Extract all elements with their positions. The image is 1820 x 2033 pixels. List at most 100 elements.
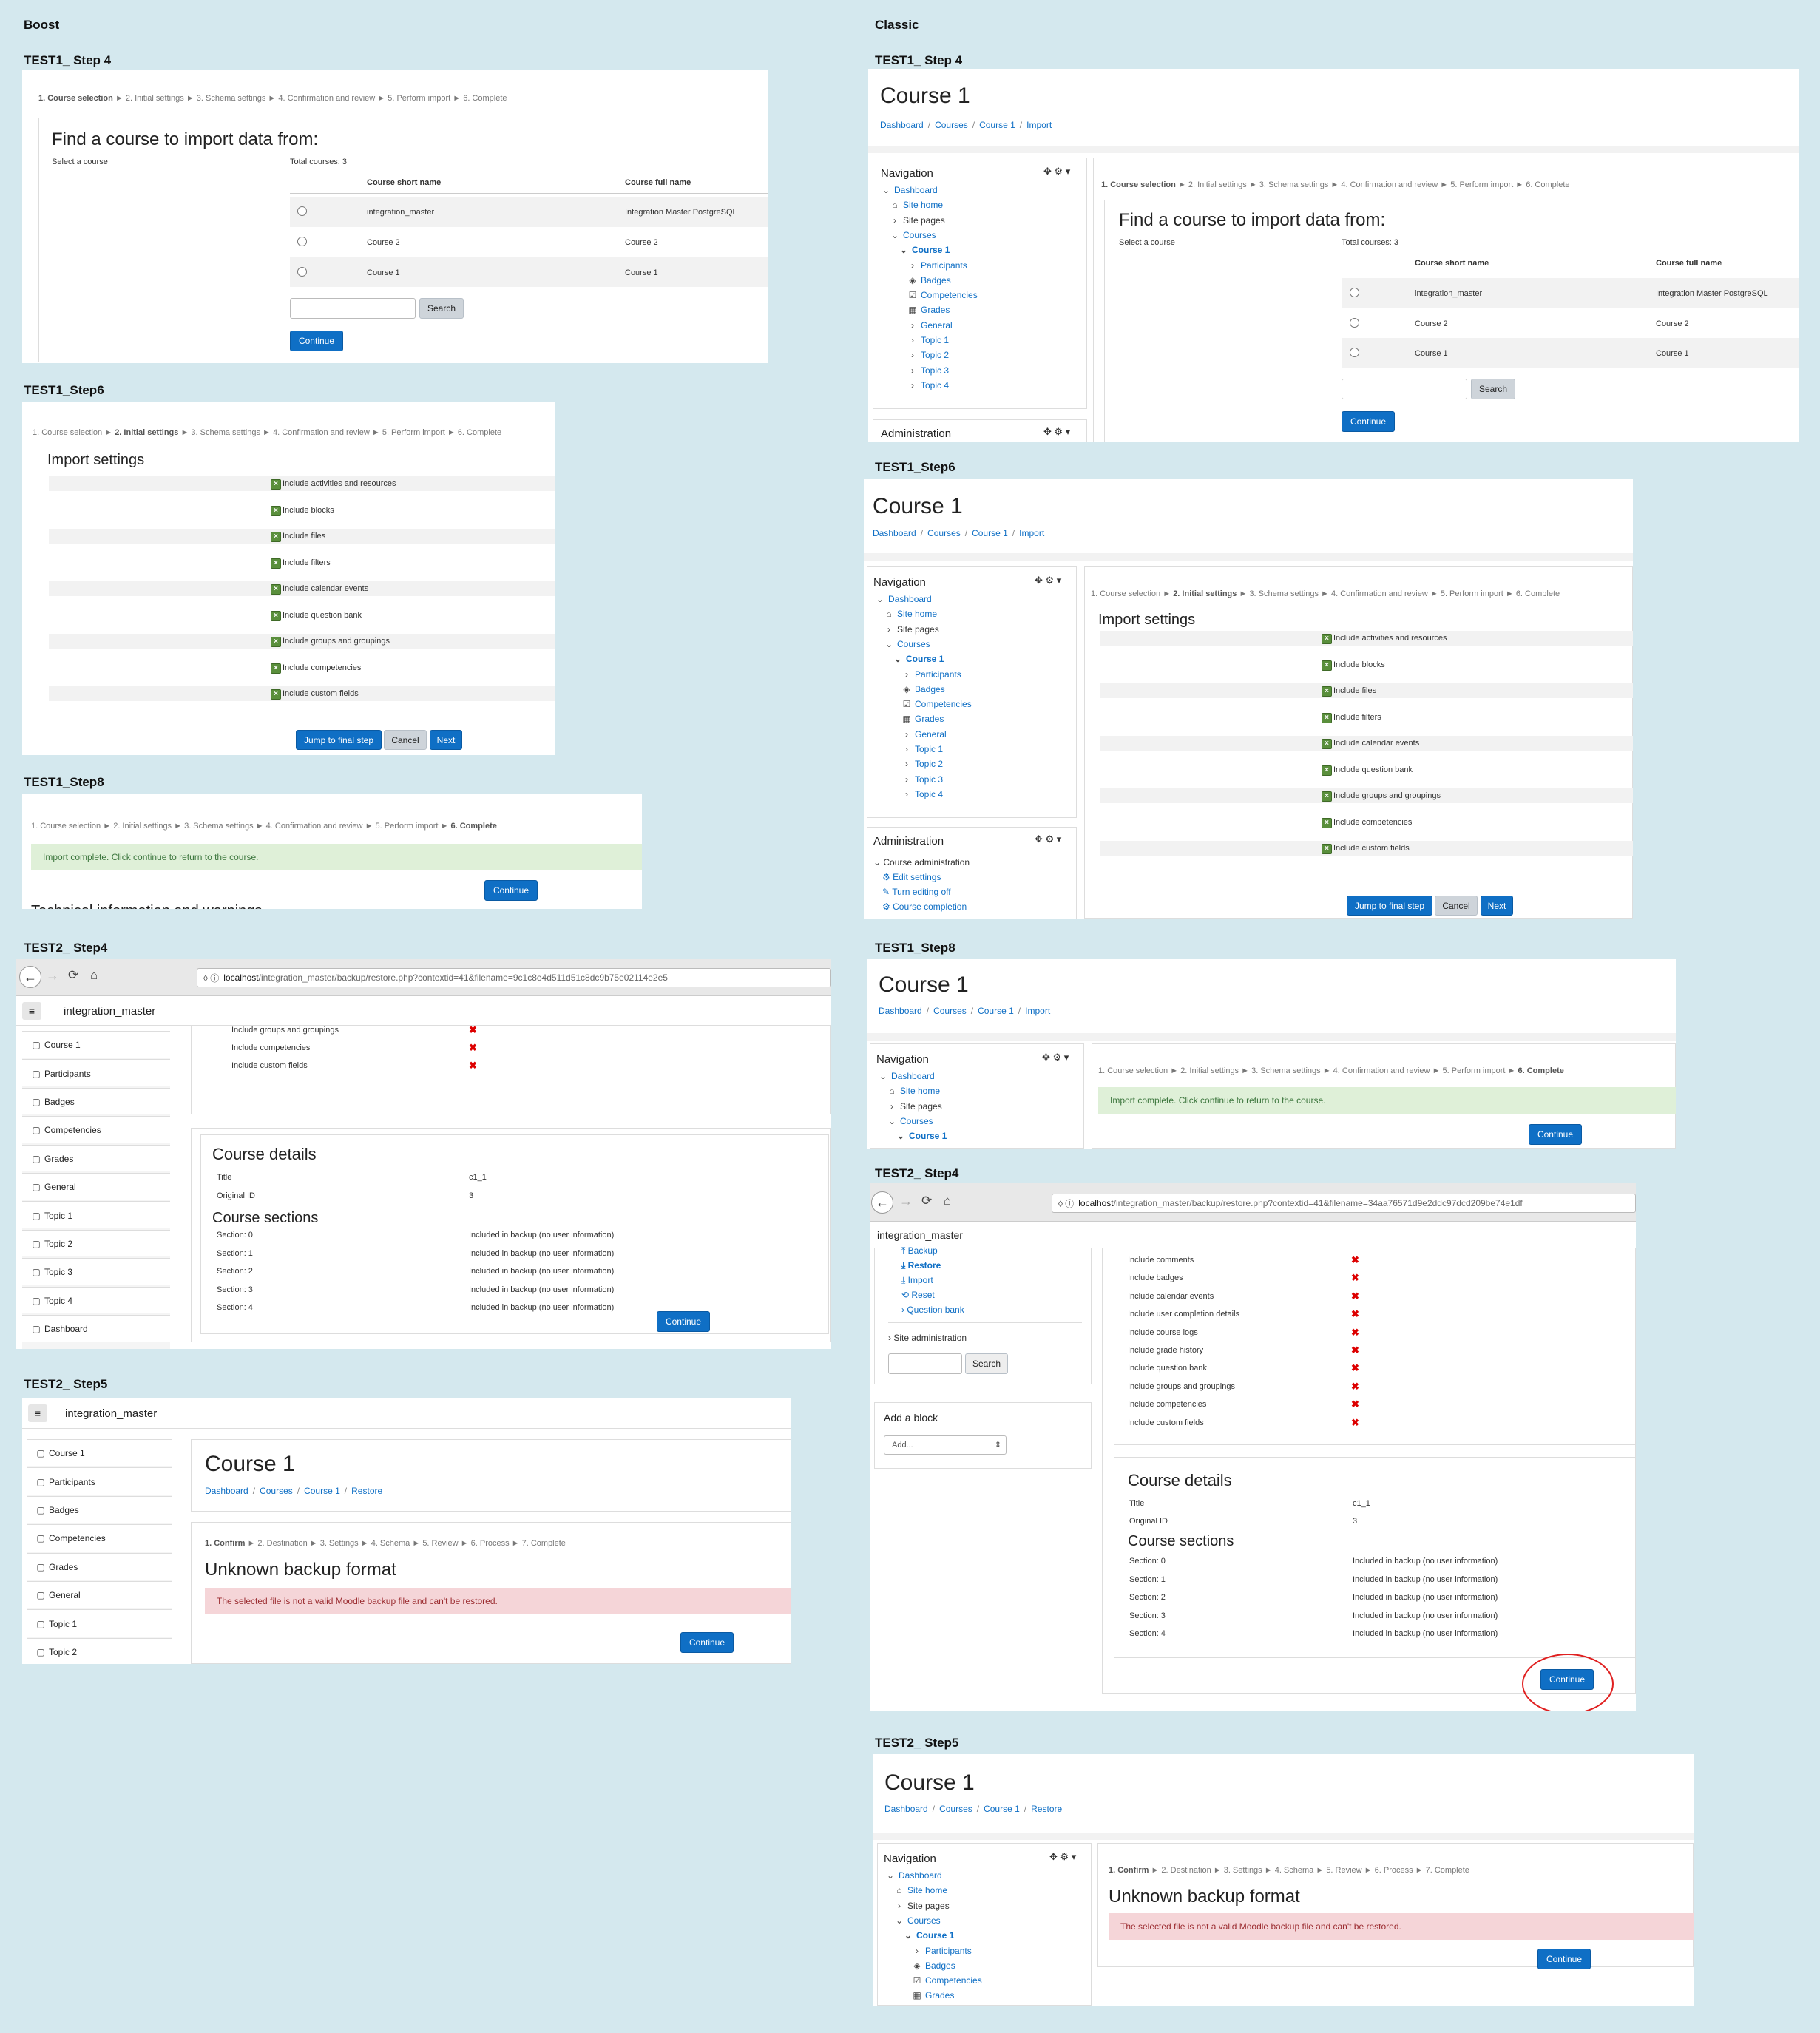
checkbox-checked-icon[interactable]: × xyxy=(271,558,281,569)
breadcrumb-course[interactable]: Course 1 xyxy=(979,120,1015,130)
jump-final-button[interactable]: Jump to final step xyxy=(1347,896,1432,916)
search-button[interactable]: Search xyxy=(1471,379,1515,399)
nav-competencies[interactable]: ☑ Competencies xyxy=(912,1975,982,1986)
continue-button[interactable]: Continue xyxy=(1540,1669,1594,1690)
checkbox-checked-icon[interactable]: × xyxy=(1322,686,1332,697)
nav-site-pages[interactable]: › Site pages xyxy=(890,215,945,226)
breadcrumb-course[interactable]: Course 1 xyxy=(978,1006,1014,1016)
nav-grades[interactable]: ▦ Grades xyxy=(901,714,944,724)
breadcrumb-restore[interactable]: Restore xyxy=(351,1486,382,1496)
nav-courses[interactable]: ⌄ Courses xyxy=(894,1915,941,1926)
nav-site-pages[interactable]: › Site pages xyxy=(887,1101,942,1112)
nav-site-home[interactable]: ⌂ Site home xyxy=(890,200,943,210)
backup-link[interactable]: ⤒ Backup xyxy=(901,1245,938,1256)
nav-participants[interactable]: › Participants xyxy=(901,669,961,680)
url-bar[interactable]: ◊ ⓘ localhost/integration_master/backup/r… xyxy=(1052,1194,1636,1213)
checkbox-checked-icon[interactable]: × xyxy=(271,610,281,621)
continue-button[interactable]: Continue xyxy=(484,880,538,901)
nav-dashboard[interactable]: ⌄ Dashboard xyxy=(885,1870,942,1881)
side-topic-1[interactable]: ▢ Topic 1 xyxy=(27,1609,172,1637)
admin-search-button[interactable]: Search xyxy=(965,1353,1008,1374)
nav-site-home[interactable]: ⌂ Site home xyxy=(894,1885,947,1895)
side-grades[interactable]: ▢ Grades xyxy=(22,1144,170,1171)
nav-topic-2[interactable]: › Topic 2 xyxy=(901,759,943,769)
import-link[interactable]: ⤓ Import xyxy=(901,1275,933,1286)
side-topic-2[interactable]: ▢ Topic 2 xyxy=(22,1229,170,1257)
nav-site-home[interactable]: ⌂ Site home xyxy=(887,1086,940,1096)
side-participants[interactable]: ▢ Participants xyxy=(27,1467,172,1495)
block-actions-icon[interactable]: ✥ ⚙ ▾ xyxy=(1043,166,1070,177)
home-icon[interactable]: ⌂ xyxy=(944,1194,951,1208)
side-competencies[interactable]: ▢ Competencies xyxy=(22,1116,170,1143)
course-radio[interactable] xyxy=(1350,288,1359,297)
nav-topic-3[interactable]: › Topic 3 xyxy=(907,365,949,376)
breadcrumb-dashboard[interactable]: Dashboard xyxy=(873,528,916,538)
side-competencies[interactable]: ▢ Competencies xyxy=(27,1524,172,1552)
nav-site-home[interactable]: ⌂ Site home xyxy=(884,609,937,619)
reset-link[interactable]: ⟲ Reset xyxy=(901,1290,935,1300)
block-actions-icon[interactable]: ✥ ⚙ ▾ xyxy=(1035,833,1061,845)
continue-button[interactable]: Continue xyxy=(680,1632,734,1653)
checkbox-checked-icon[interactable]: × xyxy=(271,637,281,647)
cancel-button[interactable]: Cancel xyxy=(384,730,427,750)
checkbox-checked-icon[interactable]: × xyxy=(271,479,281,490)
nav-courses[interactable]: ⌄ Courses xyxy=(887,1116,933,1126)
nav-course-1[interactable]: ⌄ Course 1 xyxy=(896,1131,947,1141)
search-input[interactable] xyxy=(1342,379,1467,399)
jump-final-button[interactable]: Jump to final step xyxy=(296,730,382,750)
nav-course-1[interactable]: ⌄ Course 1 xyxy=(903,1930,954,1941)
checkbox-checked-icon[interactable]: × xyxy=(271,663,281,674)
breadcrumb-course[interactable]: Course 1 xyxy=(304,1486,340,1496)
checkbox-checked-icon[interactable]: × xyxy=(1322,765,1332,776)
continue-button[interactable]: Continue xyxy=(1529,1124,1582,1145)
reload-icon[interactable]: ⟳ xyxy=(921,1194,932,1208)
side-topic-2[interactable]: ▢ Topic 2 xyxy=(27,1637,172,1664)
cancel-button[interactable]: Cancel xyxy=(1435,896,1478,916)
breadcrumb-dashboard[interactable]: Dashboard xyxy=(205,1486,248,1496)
site-name[interactable]: integration_master xyxy=(64,1005,155,1018)
checkbox-checked-icon[interactable]: × xyxy=(271,505,281,516)
side-general[interactable]: ▢ General xyxy=(27,1581,172,1609)
nav-site-pages[interactable]: › Site pages xyxy=(884,624,939,635)
nav-topic-4[interactable]: › Topic 4 xyxy=(907,380,949,390)
breadcrumb-dashboard[interactable]: Dashboard xyxy=(884,1804,928,1814)
side-general[interactable]: ▢ General xyxy=(22,1173,170,1200)
hamburger-menu-icon[interactable]: ≡ xyxy=(22,1002,41,1020)
side-course-1[interactable]: ▢ Course 1 xyxy=(27,1439,172,1467)
checkbox-checked-icon[interactable]: × xyxy=(1322,660,1332,671)
course-radio[interactable] xyxy=(1350,348,1359,357)
nav-general[interactable]: › General xyxy=(901,729,947,740)
nav-grades[interactable]: ▦ Grades xyxy=(912,1990,954,2000)
nav-courses[interactable]: ⌄ Courses xyxy=(890,230,936,240)
url-bar[interactable]: ◊ ⓘ localhost/integration_master/backup/r… xyxy=(197,968,831,987)
add-block-select[interactable]: Add... ⇕ xyxy=(884,1435,1007,1455)
continue-button[interactable]: Continue xyxy=(1537,1949,1591,1969)
nav-badges[interactable]: ◈ Badges xyxy=(907,275,950,285)
nav-participants[interactable]: › Participants xyxy=(907,260,967,271)
side-badges[interactable]: ▢ Badges xyxy=(27,1495,172,1523)
breadcrumb-courses[interactable]: Courses xyxy=(939,1804,972,1814)
block-actions-icon[interactable]: ✥ ⚙ ▾ xyxy=(1042,1052,1069,1063)
admin-search-input[interactable] xyxy=(888,1353,962,1374)
nav-topic-3[interactable]: › Topic 3 xyxy=(901,774,943,785)
checkbox-checked-icon[interactable]: × xyxy=(271,689,281,700)
continue-button[interactable]: Continue xyxy=(290,331,343,351)
breadcrumb-courses[interactable]: Courses xyxy=(935,120,968,130)
side-badges[interactable]: ▢ Badges xyxy=(22,1087,170,1115)
next-button[interactable]: Next xyxy=(430,730,462,750)
site-name[interactable]: integration_master xyxy=(877,1229,963,1241)
checkbox-checked-icon[interactable]: × xyxy=(1322,739,1332,749)
nav-dashboard[interactable]: ⌄ Dashboard xyxy=(881,185,938,195)
breadcrumb-courses[interactable]: Courses xyxy=(927,528,961,538)
question-bank-link[interactable]: › Question bank xyxy=(901,1305,964,1315)
course-radio[interactable] xyxy=(297,267,307,277)
nav-site-pages[interactable]: › Site pages xyxy=(894,1901,950,1911)
breadcrumb-import[interactable]: Import xyxy=(1025,1006,1050,1016)
checkbox-checked-icon[interactable]: × xyxy=(1322,817,1332,828)
block-actions-icon[interactable]: ✥ ⚙ ▾ xyxy=(1043,426,1070,438)
breadcrumb-dashboard[interactable]: Dashboard xyxy=(879,1006,922,1016)
breadcrumb-course[interactable]: Course 1 xyxy=(972,528,1008,538)
home-icon[interactable]: ⌂ xyxy=(90,968,98,983)
breadcrumb-courses[interactable]: Courses xyxy=(933,1006,967,1016)
nav-dashboard[interactable]: ⌄ Dashboard xyxy=(878,1071,935,1081)
